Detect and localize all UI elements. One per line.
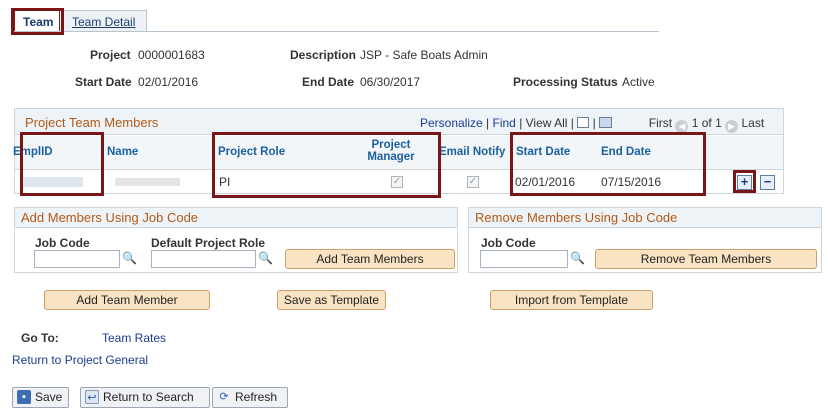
default-role-lookup-icon[interactable]: 🔍 bbox=[258, 251, 273, 265]
find-link[interactable]: Find bbox=[493, 116, 516, 130]
add-job-code-label: Job Code bbox=[35, 236, 90, 250]
view-all-link[interactable]: View All bbox=[526, 116, 568, 130]
add-row-highlight bbox=[733, 170, 756, 193]
processing-status-value: Active bbox=[622, 75, 655, 89]
project-value: 0000001683 bbox=[138, 48, 205, 62]
add-members-title: Add Members Using Job Code bbox=[21, 210, 199, 225]
start-date-value: 02/01/2016 bbox=[138, 75, 199, 89]
project-role-highlight bbox=[212, 132, 441, 198]
save-icon: ▪ bbox=[17, 390, 31, 404]
save-label: Save bbox=[35, 390, 63, 404]
remove-team-members-button[interactable]: Remove Team Members bbox=[595, 249, 817, 269]
tab-team-highlight bbox=[11, 8, 64, 35]
zoom-grid-icon[interactable] bbox=[577, 117, 590, 128]
remove-job-code-label: Job Code bbox=[481, 236, 536, 250]
add-members-header: Add Members Using Job Code bbox=[15, 208, 457, 228]
refresh-icon: ⟳ bbox=[219, 391, 229, 403]
refresh-button[interactable]: ⟳ Refresh bbox=[212, 387, 288, 408]
save-button[interactable]: ▪ Save bbox=[12, 387, 69, 408]
personalize-link[interactable]: Personalize bbox=[420, 116, 483, 130]
processing-status-label: Processing Status bbox=[513, 75, 618, 89]
goto-label: Go To: bbox=[21, 331, 59, 345]
email-notify-checkbox[interactable]: ✓ bbox=[467, 176, 479, 188]
first-label: First bbox=[648, 116, 673, 130]
save-as-template-button[interactable]: Save as Template bbox=[277, 290, 386, 310]
add-team-members-button[interactable]: Add Team Members bbox=[285, 249, 455, 269]
grid-toolbar: Personalize | Find | View All | | First … bbox=[420, 116, 764, 133]
date-columns-highlight bbox=[510, 132, 706, 196]
delete-row-button[interactable]: − bbox=[760, 175, 775, 190]
remove-members-panel: Remove Members Using Job Code Job Code 🔍… bbox=[468, 207, 822, 273]
return-to-project-general-link[interactable]: Return to Project General bbox=[12, 353, 148, 367]
tab-team-detail[interactable]: Team Detail bbox=[63, 10, 147, 32]
return-to-search-label: Return to Search bbox=[103, 390, 194, 404]
description-label: Description bbox=[290, 48, 357, 62]
default-role-label: Default Project Role bbox=[151, 236, 266, 250]
return-search-icon: ↩ bbox=[85, 390, 99, 404]
add-members-panel: Add Members Using Job Code Job Code Defa… bbox=[14, 207, 458, 273]
end-date-label: End Date bbox=[302, 75, 355, 89]
refresh-label: Refresh bbox=[235, 390, 278, 404]
col-name[interactable]: Name bbox=[107, 146, 138, 158]
tab-divider bbox=[14, 31, 659, 32]
import-from-template-button[interactable]: Import from Template bbox=[490, 290, 653, 310]
end-date-value: 06/30/2017 bbox=[360, 75, 421, 89]
grid-title: Project Team Members bbox=[25, 115, 159, 130]
start-date-label: Start Date bbox=[75, 75, 132, 89]
project-label: Project bbox=[90, 48, 131, 62]
remove-job-code-lookup-icon[interactable]: 🔍 bbox=[570, 251, 585, 265]
last-label: Last bbox=[741, 116, 765, 130]
next-arrow-icon[interactable]: ▶ bbox=[725, 120, 739, 133]
add-job-code-input[interactable] bbox=[34, 250, 120, 268]
name-cell-redacted bbox=[115, 178, 180, 186]
return-to-search-button[interactable]: ↩ Return to Search bbox=[80, 387, 210, 408]
add-job-code-lookup-icon[interactable]: 🔍 bbox=[122, 251, 137, 265]
tab-team-detail-label: Team Detail bbox=[72, 15, 136, 29]
col-email-notify[interactable]: Email Notify bbox=[439, 146, 505, 158]
download-grid-icon[interactable] bbox=[599, 117, 613, 128]
remove-members-title: Remove Members Using Job Code bbox=[475, 210, 678, 225]
remove-members-header: Remove Members Using Job Code bbox=[469, 208, 821, 228]
add-team-member-button[interactable]: Add Team Member bbox=[44, 290, 210, 310]
pagination-text: 1 of 1 bbox=[691, 116, 722, 130]
description-value: JSP - Safe Boats Admin bbox=[360, 48, 488, 62]
team-rates-link[interactable]: Team Rates bbox=[102, 331, 166, 345]
emplid-column-highlight bbox=[20, 132, 104, 196]
remove-job-code-input[interactable] bbox=[480, 250, 568, 268]
default-role-input[interactable] bbox=[151, 250, 256, 268]
